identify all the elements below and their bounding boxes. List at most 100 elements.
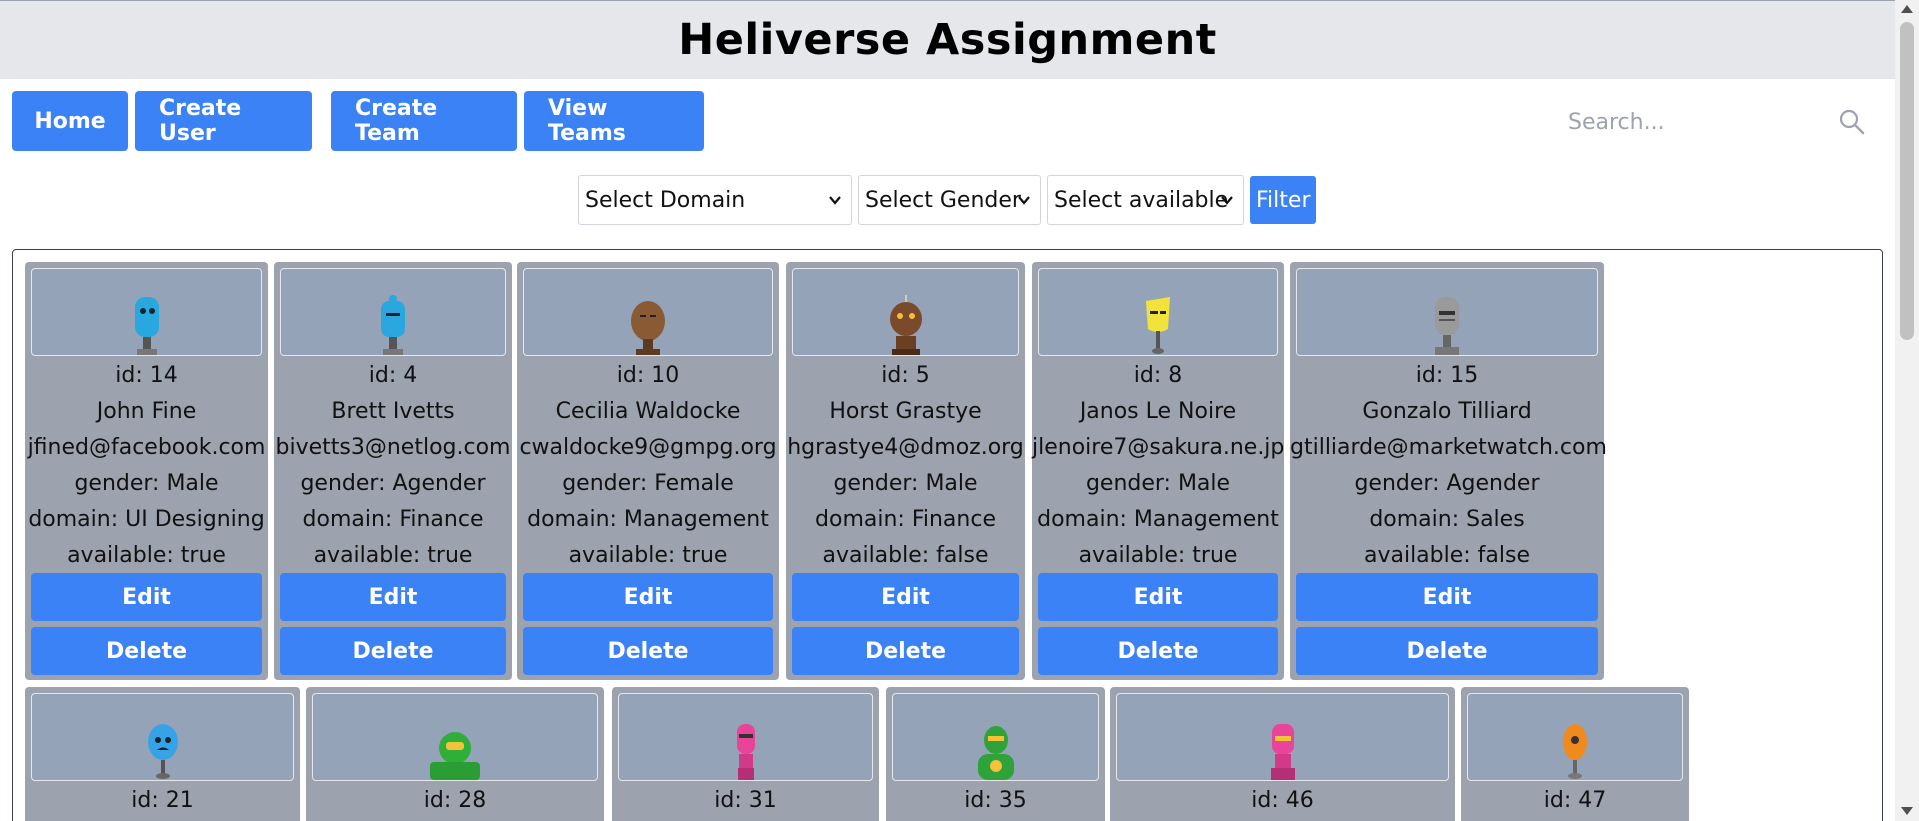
user-info: id: 21 bbox=[25, 783, 300, 819]
user-gender: gender: Agender bbox=[1354, 471, 1540, 496]
user-id: id: 15 bbox=[1415, 363, 1479, 388]
search-input[interactable] bbox=[1566, 108, 1830, 136]
user-email: bivetts3@netlog.com bbox=[275, 435, 511, 460]
edit-button[interactable]: Edit bbox=[1038, 573, 1278, 621]
user-card: id: 10 Cecilia Waldocke cwaldocke9@gmpg.… bbox=[517, 262, 779, 680]
user-card: id: 47 bbox=[1461, 687, 1689, 821]
user-name: Cecilia Waldocke bbox=[555, 399, 741, 424]
user-available: available: false bbox=[822, 543, 989, 568]
user-available: available: true bbox=[1078, 543, 1238, 568]
avatar bbox=[523, 268, 773, 356]
robot-avatar-icon bbox=[134, 297, 159, 355]
create-user-button[interactable]: Create User bbox=[135, 91, 312, 151]
user-card: id: 4 Brett Ivetts bivetts3@netlog.com g… bbox=[274, 262, 512, 680]
avatar bbox=[31, 693, 294, 781]
user-gender: gender: Male bbox=[1085, 471, 1231, 496]
user-info: id: 14 John Fine jfined@facebook.com gen… bbox=[25, 358, 268, 574]
nav-bar: Home Create User Create Team View Teams bbox=[12, 91, 704, 151]
user-gender: gender: Female bbox=[562, 471, 734, 496]
avatar bbox=[792, 268, 1019, 356]
filter-button[interactable]: Filter bbox=[1250, 176, 1317, 224]
avatar bbox=[31, 268, 262, 356]
edit-button[interactable]: Edit bbox=[1296, 573, 1598, 621]
user-email: jfined@facebook.com bbox=[27, 435, 266, 460]
scroll-up-icon[interactable] bbox=[1901, 5, 1913, 13]
avatar bbox=[1467, 693, 1683, 781]
delete-button[interactable]: Delete bbox=[1038, 627, 1278, 675]
user-id: id: 31 bbox=[714, 788, 777, 813]
user-domain: domain: Finance bbox=[302, 507, 484, 532]
delete-button[interactable]: Delete bbox=[280, 627, 506, 675]
user-id: id: 10 bbox=[616, 363, 680, 388]
user-id: id: 46 bbox=[1251, 788, 1314, 813]
user-info: id: 28 bbox=[306, 783, 604, 819]
user-gender: gender: Agender bbox=[300, 471, 486, 496]
delete-button[interactable]: Delete bbox=[792, 627, 1019, 675]
home-button[interactable]: Home bbox=[12, 91, 128, 151]
user-card: id: 46 bbox=[1110, 687, 1455, 821]
available-select[interactable]: Select available bbox=[1047, 175, 1244, 225]
domain-select[interactable]: Select Domain bbox=[578, 175, 852, 225]
edit-button[interactable]: Edit bbox=[792, 573, 1019, 621]
user-name: Brett Ivetts bbox=[331, 399, 455, 424]
robot-avatar-icon bbox=[147, 724, 178, 779]
user-gender: gender: Male bbox=[74, 471, 219, 496]
user-card: id: 21 bbox=[25, 687, 300, 821]
user-name: Horst Grastye bbox=[829, 399, 982, 424]
view-teams-button[interactable]: View Teams bbox=[524, 91, 704, 151]
user-id: id: 14 bbox=[115, 363, 178, 388]
search-icon[interactable] bbox=[1838, 108, 1866, 136]
user-card: id: 14 John Fine jfined@facebook.com gen… bbox=[25, 262, 268, 680]
scrollbar[interactable] bbox=[1895, 0, 1919, 821]
user-domain: domain: Finance bbox=[815, 507, 996, 532]
robot-avatar-icon bbox=[977, 726, 1014, 780]
user-info: id: 46 bbox=[1110, 783, 1455, 819]
chevron-down-icon bbox=[829, 196, 841, 205]
user-id: id: 4 bbox=[368, 363, 418, 388]
user-id: id: 28 bbox=[423, 788, 487, 813]
user-name: John Fine bbox=[96, 399, 197, 424]
user-info: id: 10 Cecilia Waldocke cwaldocke9@gmpg.… bbox=[517, 358, 779, 574]
user-id: id: 47 bbox=[1543, 788, 1607, 813]
robot-avatar-icon bbox=[381, 295, 405, 355]
robot-avatar-icon bbox=[1563, 724, 1587, 779]
scrollbar-thumb[interactable] bbox=[1900, 22, 1914, 340]
domain-select-value: Select Domain bbox=[585, 187, 746, 213]
robot-avatar-icon bbox=[430, 732, 480, 780]
avatar bbox=[1296, 268, 1598, 356]
create-team-button[interactable]: Create Team bbox=[331, 91, 517, 151]
gender-select[interactable]: Select Gender bbox=[858, 175, 1041, 225]
robot-avatar-icon bbox=[1270, 724, 1295, 780]
delete-button[interactable]: Delete bbox=[523, 627, 773, 675]
avatar bbox=[892, 693, 1099, 781]
edit-button[interactable]: Edit bbox=[523, 573, 773, 621]
user-info: id: 47 bbox=[1461, 783, 1689, 819]
avatar bbox=[618, 693, 873, 781]
user-available: available: true bbox=[313, 543, 473, 568]
robot-avatar-icon bbox=[631, 301, 665, 355]
user-card: id: 28 bbox=[306, 687, 604, 821]
user-name: Gonzalo Tilliard bbox=[1362, 399, 1532, 424]
robot-avatar-icon bbox=[1146, 297, 1170, 354]
delete-button[interactable]: Delete bbox=[1296, 627, 1598, 675]
filter-bar: Select Domain Select Gender Select avail… bbox=[578, 175, 1317, 225]
robot-avatar-icon bbox=[1435, 297, 1459, 355]
user-card: id: 31 bbox=[612, 687, 879, 821]
user-info: id: 15 Gonzalo Tilliard gtilliarde@marke… bbox=[1290, 358, 1607, 574]
edit-button[interactable]: Edit bbox=[31, 573, 262, 621]
user-email: jlenoire7@sakura.ne.jp bbox=[1032, 435, 1285, 460]
gender-select-value: Select Gender bbox=[865, 187, 1021, 213]
page-title: Heliverse Assignment bbox=[678, 15, 1217, 65]
scroll-down-icon[interactable] bbox=[1901, 807, 1913, 815]
avatar bbox=[1038, 268, 1278, 356]
user-domain: domain: Management bbox=[527, 507, 769, 532]
user-info: id: 4 Brett Ivetts bivetts3@netlog.com g… bbox=[274, 358, 512, 574]
edit-button[interactable]: Edit bbox=[280, 573, 506, 621]
user-id: id: 35 bbox=[964, 788, 1027, 813]
delete-button[interactable]: Delete bbox=[31, 627, 262, 675]
chevron-down-icon bbox=[1018, 196, 1030, 205]
user-domain: domain: Sales bbox=[1369, 507, 1525, 532]
robot-avatar-icon bbox=[736, 724, 755, 780]
user-available: available: true bbox=[568, 543, 728, 568]
robot-avatar-icon bbox=[889, 295, 922, 355]
